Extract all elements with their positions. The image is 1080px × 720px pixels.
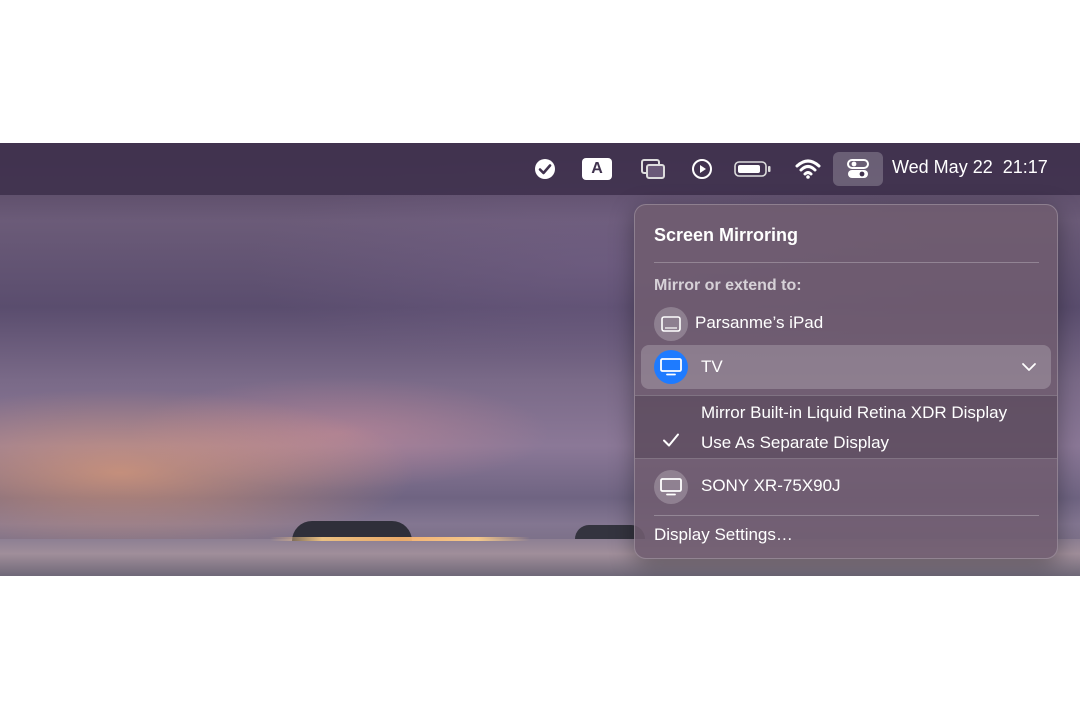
option-mirror-built-in[interactable]: Mirror Built-in Liquid Retina XDR Displa… [701,403,1007,423]
panel-title: Screen Mirroring [654,225,799,245]
screen-mirroring-panel: Screen Mirroring Mirror or extend to: Pa… [634,204,1058,559]
device-item-tv[interactable]: TV [641,345,1051,389]
menubar-date: Wed May 22 [892,157,993,177]
chevron-down-icon[interactable] [1021,359,1037,377]
device-item-sony[interactable]: SONY XR-75X90J [635,467,1057,507]
menu-bar: A Wed May 22 21:17 [0,143,1080,195]
wifi-icon[interactable] [793,153,823,185]
menubar-clock[interactable]: Wed May 22 21:17 [892,157,1048,178]
device-item-ipad[interactable]: Parsanme’s iPad [635,304,1057,344]
display-icon [654,470,688,504]
wallpaper-city-lights [270,537,530,541]
display-settings-link[interactable]: Display Settings… [654,525,793,545]
device-name: SONY XR-75X90J [701,476,841,495]
divider [654,515,1039,516]
screen-mirroring-icon[interactable] [638,153,668,185]
battery-icon[interactable] [733,153,773,185]
display-icon [654,350,688,384]
divider [654,262,1039,263]
device-name: TV [701,357,723,376]
ipad-icon [654,307,688,341]
section-label: Mirror or extend to: [654,277,802,294]
to-do-check-icon[interactable] [530,153,560,185]
control-center-icon[interactable] [833,152,883,186]
device-name: Parsanme’s iPad [695,313,824,332]
tv-options-submenu: Mirror Built-in Liquid Retina XDR Displa… [635,395,1057,459]
desktop-screenshot: A Wed May 22 21:17 Screen Mirroring Mirro… [0,143,1080,576]
checkmark-icon [662,432,680,453]
input-source-icon[interactable]: A [580,153,614,185]
menubar-time: 21:17 [1002,157,1048,177]
play-icon[interactable] [688,153,716,185]
input-source-label: A [582,158,612,180]
option-use-as-separate-display[interactable]: Use As Separate Display [701,433,889,453]
